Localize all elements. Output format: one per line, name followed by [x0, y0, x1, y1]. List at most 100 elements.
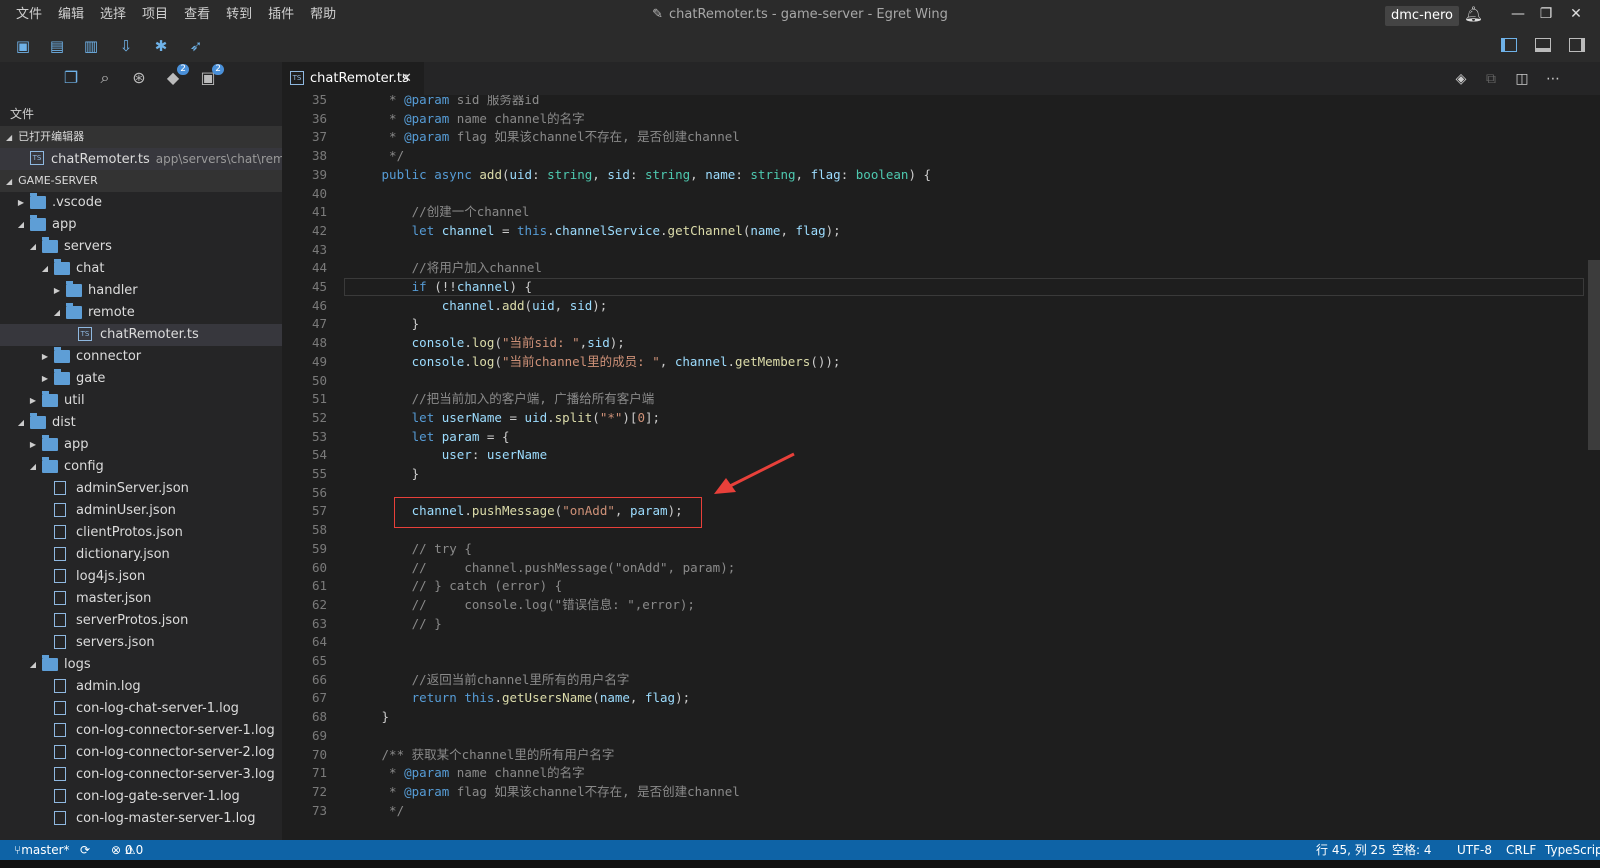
- cursor-position[interactable]: 行 45, 列 25: [1316, 840, 1386, 860]
- tree-item[interactable]: ▶ handler: [0, 280, 282, 302]
- tree-item[interactable]: con-log-gate-server-1.log: [0, 786, 282, 808]
- git-branch-status[interactable]: ⑂ master*: [14, 840, 70, 860]
- problems-status[interactable]: ⊗ 0 ⚠ 0: [111, 840, 143, 860]
- json-file-icon: [54, 525, 66, 539]
- more-actions-icon[interactable]: ⋯: [1544, 70, 1562, 88]
- collapsed-caret-icon[interactable]: ▶: [28, 434, 38, 456]
- tree-item[interactable]: ◢ remote: [0, 302, 282, 324]
- search-icon[interactable]: ⌕: [95, 68, 115, 88]
- collapsed-caret-icon[interactable]: ▶: [40, 368, 50, 390]
- open-editor-item[interactable]: TS chatRemoter.ts app\servers\chat\remote: [0, 148, 282, 170]
- tree-item-label: dist: [52, 415, 76, 430]
- menu-goto[interactable]: 转到: [218, 0, 260, 30]
- tree-item[interactable]: ▶ gate: [0, 368, 282, 390]
- tree-item-label: log4js.json: [76, 569, 146, 584]
- user-account-button[interactable]: dmc-nero: [1385, 6, 1460, 26]
- menu-view[interactable]: 查看: [176, 0, 218, 30]
- git-compare-icon[interactable]: ◈: [1452, 70, 1470, 88]
- code-editor[interactable]: 35 * @param sid 服务器id 36 * @param name ch…: [282, 95, 1600, 840]
- publish-icon[interactable]: ➶: [187, 37, 205, 55]
- expanded-caret-icon[interactable]: ◢: [52, 302, 62, 324]
- tree-item[interactable]: ▶ connector: [0, 346, 282, 368]
- tree-item[interactable]: clientProtos.json: [0, 522, 282, 544]
- menu-file[interactable]: 文件: [8, 0, 50, 30]
- open-changes-icon[interactable]: ⧉: [1482, 70, 1500, 88]
- tree-item[interactable]: con-log-master-server-1.log: [0, 808, 282, 830]
- toggle-sidebar-icon[interactable]: [1501, 38, 1517, 52]
- tree-item[interactable]: con-log-chat-server-1.log: [0, 698, 282, 720]
- toggle-right-panel-icon[interactable]: [1569, 38, 1585, 52]
- save-icon[interactable]: ▤: [48, 37, 66, 55]
- explorer-icon[interactable]: ❐: [61, 68, 81, 88]
- new-file-icon[interactable]: ▣: [14, 37, 32, 55]
- tree-item[interactable]: TS chatRemoter.ts: [0, 324, 282, 346]
- expanded-caret-icon[interactable]: ◢: [16, 412, 26, 434]
- notification-bell-icon[interactable]: 🔔︎: [1464, 5, 1483, 23]
- debug-badge: 2: [212, 64, 224, 75]
- tree-item[interactable]: con-log-connector-server-2.log: [0, 742, 282, 764]
- expanded-caret-icon[interactable]: ◢: [28, 654, 38, 676]
- collapsed-caret-icon[interactable]: ▶: [40, 346, 50, 368]
- tree-item[interactable]: ◢ chat: [0, 258, 282, 280]
- tree-item[interactable]: con-log-connector-server-1.log: [0, 720, 282, 742]
- editor-scrollbar[interactable]: [1588, 260, 1600, 450]
- code-line: 72 * @param flag 如果该channel不存在, 是否创建chan…: [282, 783, 1600, 802]
- eol-status[interactable]: CRLF: [1506, 840, 1536, 860]
- tree-item[interactable]: ▶ app: [0, 434, 282, 456]
- menu-plugins[interactable]: 插件: [260, 0, 302, 30]
- code-line: 37 * @param flag 如果该channel不存在, 是否创建chan…: [282, 128, 1600, 147]
- tree-item[interactable]: adminServer.json: [0, 478, 282, 500]
- menu-edit[interactable]: 编辑: [50, 0, 92, 30]
- split-editor-icon[interactable]: ◫: [1513, 70, 1531, 88]
- collapsed-caret-icon[interactable]: ▶: [28, 390, 38, 412]
- typescript-file-icon: TS: [78, 327, 92, 341]
- debug-view-icon[interactable]: ▣ 2: [198, 64, 224, 88]
- tree-item[interactable]: log4js.json: [0, 566, 282, 588]
- close-window-button[interactable]: ✕: [1566, 4, 1586, 24]
- sync-icon[interactable]: ⟳: [80, 840, 90, 860]
- indentation-status[interactable]: 空格: 4: [1392, 840, 1432, 860]
- collapsed-caret-icon[interactable]: ▶: [16, 192, 26, 214]
- code-text: channel.add(uid, sid);: [441, 297, 608, 313]
- tree-item[interactable]: ◢ logs: [0, 654, 282, 676]
- expanded-caret-icon[interactable]: ◢: [16, 214, 26, 236]
- open-editors-header[interactable]: ◢ 已打开编辑器: [0, 126, 282, 148]
- tree-item[interactable]: ◢ app: [0, 214, 282, 236]
- tree-item[interactable]: dictionary.json: [0, 544, 282, 566]
- tree-item[interactable]: serverProtos.json: [0, 610, 282, 632]
- tree-item[interactable]: admin.log: [0, 676, 282, 698]
- tree-item[interactable]: ◢ config: [0, 456, 282, 478]
- menu-help[interactable]: 帮助: [302, 0, 344, 30]
- project-header[interactable]: ◢ GAME-SERVER: [0, 170, 282, 192]
- tree-item[interactable]: ◢ servers: [0, 236, 282, 258]
- expanded-caret-icon[interactable]: ◢: [28, 456, 38, 478]
- tree-item[interactable]: master.json: [0, 588, 282, 610]
- tree-item[interactable]: ▶ .vscode: [0, 192, 282, 214]
- tab-chatremoter[interactable]: TS chatRemoter.ts ✕: [282, 62, 424, 95]
- git-icon[interactable]: ◆ 2: [163, 64, 189, 88]
- menu-project[interactable]: 项目: [134, 0, 176, 30]
- save-all-icon[interactable]: ▥: [82, 37, 100, 55]
- build-icon[interactable]: ⇩: [117, 37, 135, 55]
- collapse-caret-icon: ◢: [6, 177, 13, 186]
- tree-item[interactable]: ▶ util: [0, 390, 282, 412]
- debug-icon[interactable]: ✱: [152, 37, 170, 55]
- tree-item[interactable]: ◢ dist: [0, 412, 282, 434]
- expanded-caret-icon[interactable]: ◢: [40, 258, 50, 280]
- code-text: if (!!channel) {: [411, 279, 533, 294]
- tree-item[interactable]: con-log-connector-server-3.log: [0, 764, 282, 786]
- tab-close-icon[interactable]: ✕: [401, 62, 412, 95]
- extensions-icon[interactable]: ⊛: [129, 68, 149, 88]
- line-number: 65: [311, 653, 327, 668]
- menu-select[interactable]: 选择: [92, 0, 134, 30]
- language-status[interactable]: TypeScript: [1545, 840, 1600, 860]
- tree-item-label: servers: [64, 239, 112, 254]
- collapsed-caret-icon[interactable]: ▶: [52, 280, 62, 302]
- maximize-button[interactable]: ❐: [1536, 4, 1556, 24]
- minimize-button[interactable]: —: [1508, 4, 1528, 24]
- expanded-caret-icon[interactable]: ◢: [28, 236, 38, 258]
- toggle-panel-icon[interactable]: [1535, 38, 1551, 52]
- tree-item[interactable]: servers.json: [0, 632, 282, 654]
- encoding-status[interactable]: UTF-8: [1457, 840, 1492, 860]
- tree-item[interactable]: adminUser.json: [0, 500, 282, 522]
